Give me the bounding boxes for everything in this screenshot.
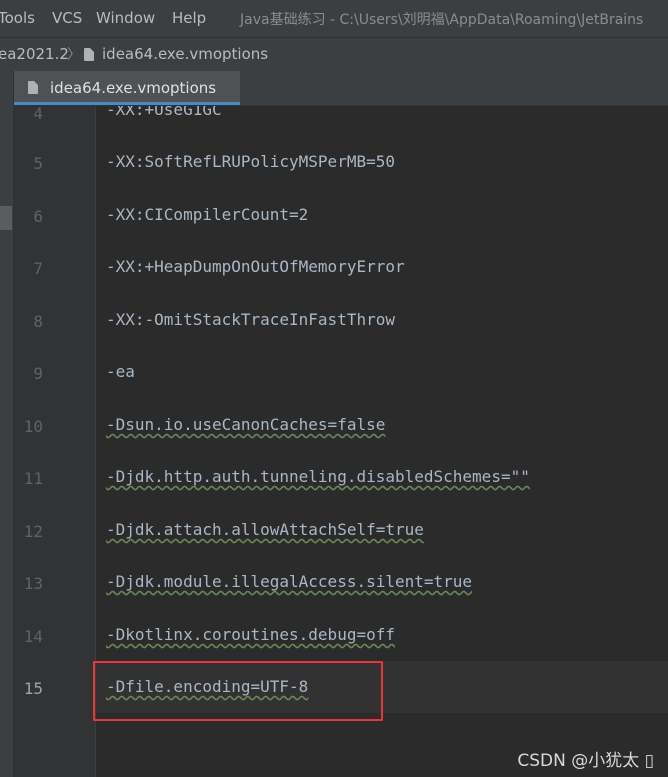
line-number: 8: [33, 312, 43, 331]
code-editor[interactable]: -XX:+UseG1GC -XX:SoftRefLRUPolicyMSPerMB…: [96, 106, 668, 777]
file-icon: [28, 81, 38, 94]
code-line[interactable]: -Djdk.http.auth.tunneling.disabledScheme…: [106, 467, 530, 487]
code-line-current[interactable]: -Dfile.encoding=UTF-8: [106, 677, 308, 697]
line-number-gutter[interactable]: 4 5 6 7 8 9 10 11 12 13 14 15: [14, 104, 96, 777]
tab-idea64-vmoptions[interactable]: idea64.exe.vmoptions: [14, 71, 240, 105]
code-line[interactable]: -XX:+HeapDumpOnOutOfMemoryError: [106, 257, 405, 277]
line-number: 11: [23, 469, 43, 488]
code-line[interactable]: -Dsun.io.useCanonCaches=false: [106, 415, 385, 435]
menu-bar: Tools VCS Window Help Java基础练习 - C:\User…: [0, 0, 668, 37]
window-title: Java基础练习 - C:\Users\刘明福\AppData\Roaming\…: [240, 12, 644, 28]
code-line[interactable]: -Djdk.attach.allowAttachSelf=true: [106, 520, 424, 540]
tab-label: idea64.exe.vmoptions: [50, 79, 217, 97]
breadcrumb: ea2021.2 〉 idea64.exe.vmoptions: [0, 37, 668, 71]
editor-tab-bar: idea64.exe.vmoptions: [14, 71, 668, 106]
tool-window-marker[interactable]: [0, 206, 12, 230]
line-number: 5: [33, 154, 43, 173]
breadcrumb-file[interactable]: idea64.exe.vmoptions: [102, 45, 268, 63]
line-number: 7: [33, 259, 43, 278]
left-tool-strip: [0, 71, 14, 777]
menu-tools[interactable]: Tools: [0, 9, 35, 27]
code-line[interactable]: -XX:CICompilerCount=2: [106, 205, 308, 225]
file-icon: [84, 48, 94, 61]
line-number: 6: [33, 207, 43, 226]
code-line[interactable]: -XX:-OmitStackTraceInFastThrow: [106, 310, 395, 330]
code-line[interactable]: -Djdk.module.illegalAccess.silent=true: [106, 572, 472, 592]
breadcrumb-separator-icon: 〉: [67, 47, 81, 63]
code-line[interactable]: -XX:+UseG1GC: [106, 106, 222, 120]
breadcrumb-project[interactable]: ea2021.2: [0, 45, 69, 63]
code-line[interactable]: -Dkotlinx.coroutines.debug=off: [106, 625, 395, 645]
menu-window[interactable]: Window: [96, 9, 155, 27]
menu-help[interactable]: Help: [172, 9, 206, 27]
line-number: 14: [23, 627, 43, 646]
line-number: 9: [33, 364, 43, 383]
menu-vcs[interactable]: VCS: [52, 9, 82, 27]
line-number: 4: [33, 104, 43, 123]
line-number-current: 15: [23, 679, 43, 698]
code-line[interactable]: -ea: [106, 362, 135, 382]
csdn-watermark: CSDN @小犹太 ▯: [517, 751, 654, 771]
code-line[interactable]: -XX:SoftRefLRUPolicyMSPerMB=50: [106, 152, 395, 172]
line-number: 12: [23, 522, 43, 541]
line-number: 10: [23, 417, 43, 436]
line-number: 13: [23, 574, 43, 593]
